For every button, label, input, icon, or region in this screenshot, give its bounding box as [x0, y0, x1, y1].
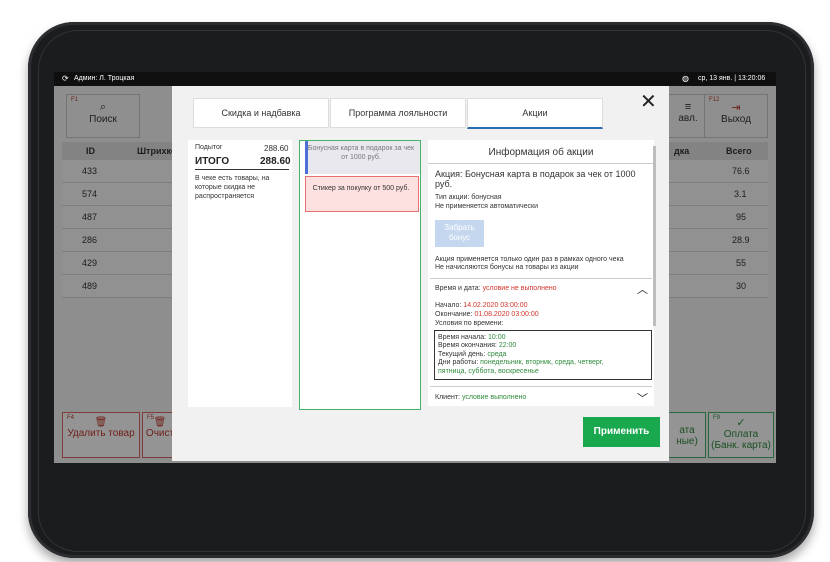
rule-text: Акция применяется только один раз в рамк… — [435, 256, 624, 263]
status-bar: ⟳ Админ: Л. Троцкая ◍ ср, 13 янв. | 13:2… — [54, 72, 776, 86]
divider — [428, 163, 654, 164]
promo-item-label: Бонусная карта в подарок за чек от 1000 … — [307, 145, 415, 161]
total-value: 288.60 — [260, 156, 291, 167]
receipt-note: В чеке есть товары, на которые скидка не… — [195, 175, 270, 200]
workdays-cont: пятница, суббота, воскресенье — [438, 368, 539, 375]
info-title: Информация об акции — [488, 147, 594, 158]
date-time: ср, 13 янв. | 13:20:06 — [698, 75, 766, 82]
client-condition[interactable]: Клиент: условие выполнено — [435, 394, 526, 402]
subtotal-label: Подытог — [195, 144, 223, 151]
start-time: Время начала: 10:00 — [438, 334, 506, 341]
take-bonus-button[interactable]: Забрать бонус — [435, 220, 484, 247]
globe-icon[interactable]: ◍ — [682, 72, 689, 86]
promo-item[interactable] — [305, 176, 419, 212]
datetime-condition[interactable]: Время и дата: условие не выполнено — [435, 285, 557, 293]
end-time: Время окончания: 22:00 — [438, 342, 517, 349]
workdays: Дни работы: понедельник, вторник, среда,… — [438, 359, 604, 366]
tab-promotions[interactable]: Акции — [467, 98, 603, 129]
start-datetime: Начало: 14.02.2020 03:00:00 — [435, 302, 528, 309]
tab-discount[interactable]: Скидка и надбавка — [193, 98, 329, 128]
divider — [195, 169, 289, 170]
sync-icon[interactable]: ⟳ — [62, 72, 69, 86]
end-datetime: Окончание: 01.08.2020 03:00:00 — [435, 311, 539, 318]
scrollbar[interactable] — [653, 146, 656, 326]
apply-button[interactable]: Применить — [583, 417, 660, 447]
subtotal-value: 288.60 — [264, 144, 289, 153]
promo-type: Тип акции: бонусная — [435, 194, 502, 201]
chevron-down-icon[interactable]: ﹀ — [637, 390, 648, 406]
current-day: Текущий день: среда — [438, 351, 507, 358]
rule-text: Не начисляются бонусы на товары из акции — [435, 264, 579, 271]
promo-name: Акция: Бонусная карта в подарок за чек о… — [435, 169, 636, 189]
tab-loyalty[interactable]: Программа лояльности — [330, 98, 466, 128]
divider — [430, 278, 652, 279]
user-label: Админ: Л. Троцкая — [74, 75, 135, 82]
chevron-up-icon[interactable]: ︿ — [637, 281, 648, 297]
close-icon[interactable]: ✕ — [640, 92, 657, 112]
divider — [430, 386, 652, 387]
promo-item-label: Стикер за покупку от 500 руб. — [312, 185, 410, 192]
promo-auto: Не применяется автоматически — [435, 203, 539, 210]
time-conditions-label: Условия по времени: — [435, 320, 504, 327]
total-label: ИТОГО — [195, 156, 230, 167]
